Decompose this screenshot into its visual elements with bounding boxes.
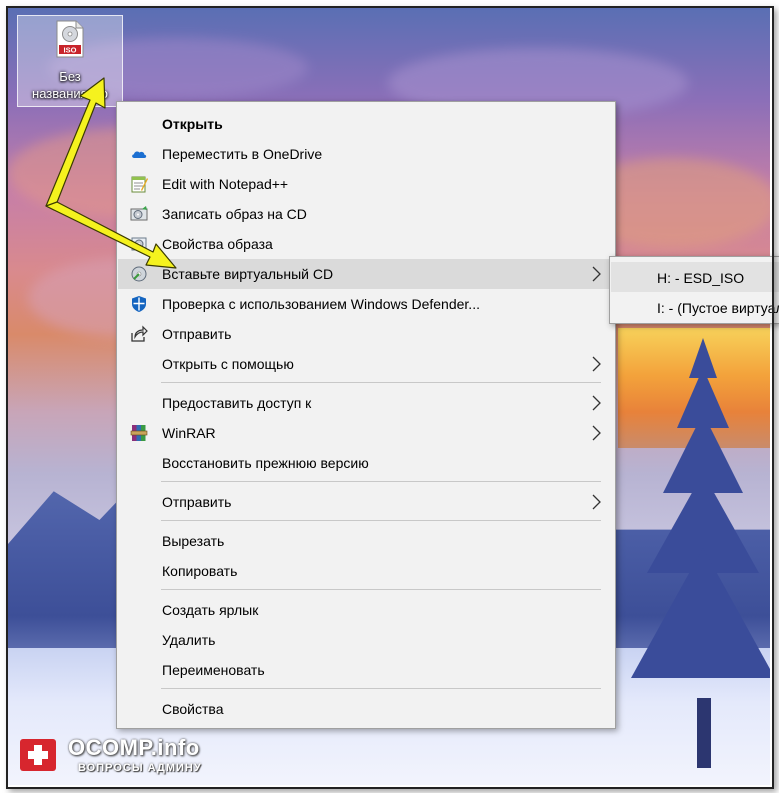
menu-item-edit-notepadpp[interactable]: Edit with Notepad++ <box>118 169 614 199</box>
menu-item-winrar[interactable]: WinRAR <box>118 418 614 448</box>
menu-item-create-shortcut[interactable]: Создать ярлык <box>118 595 614 625</box>
menu-item-properties[interactable]: Свойства <box>118 694 614 724</box>
menu-item-open-with[interactable]: Открыть с помощью <box>118 349 614 379</box>
chevron-right-icon <box>592 395 601 411</box>
menu-item-move-to-onedrive[interactable]: Переместить в OneDrive <box>118 139 614 169</box>
site-watermark: OCOMP.info ВОПРОСЫ АДМИНУ <box>18 733 248 781</box>
menu-item-open[interactable]: Открыть <box>118 109 614 139</box>
context-menu: Открыть Переместить в OneDrive Edit with… <box>116 101 616 729</box>
menu-separator <box>161 481 601 482</box>
menu-separator <box>161 382 601 383</box>
submenu-item-drive-i[interactable]: I: - (Пустое виртуальный CD) <box>611 292 779 322</box>
watermark-subtitle: ВОПРОСЫ АДМИНУ <box>78 762 202 774</box>
svg-text:ISO: ISO <box>64 46 77 55</box>
share-icon <box>131 325 148 342</box>
chevron-right-icon <box>592 425 601 441</box>
burn-disc-icon <box>130 206 148 221</box>
submenu-item-drive-h[interactable]: H: - ESD_ISO <box>611 262 779 292</box>
winrar-icon <box>130 425 148 441</box>
menu-separator <box>161 589 601 590</box>
menu-item-burn-image[interactable]: Записать образ на CD <box>118 199 614 229</box>
virtual-cd-icon <box>131 266 147 282</box>
menu-item-restore-previous-version[interactable]: Восстановить прежнюю версию <box>118 448 614 478</box>
menu-item-give-access[interactable]: Предоставить доступ к <box>118 388 614 418</box>
desktop-file-iso[interactable]: ISO Без названия.iso <box>17 15 123 107</box>
menu-item-copy[interactable]: Копировать <box>118 556 614 586</box>
watermark-title: OCOMP.info <box>68 735 200 760</box>
iso-file-icon: ISO <box>56 20 84 58</box>
virtual-cd-submenu: H: - ESD_ISO I: - (Пустое виртуальный CD… <box>609 256 779 324</box>
chevron-right-icon <box>592 356 601 372</box>
chevron-right-icon <box>592 494 601 510</box>
menu-item-insert-virtual-cd[interactable]: Вставьте виртуальный CD <box>118 259 614 289</box>
chevron-right-icon <box>592 266 601 282</box>
menu-item-defender-scan[interactable]: Проверка с использованием Windows Defend… <box>118 289 614 319</box>
windows-defender-icon <box>132 296 146 312</box>
notepad-plus-plus-icon <box>131 176 148 193</box>
image-properties-icon <box>131 237 147 251</box>
menu-item-share[interactable]: Отправить <box>118 319 614 349</box>
menu-item-delete[interactable]: Удалить <box>118 625 614 655</box>
onedrive-icon <box>132 151 147 158</box>
first-aid-cross-icon <box>20 739 56 771</box>
pine-tree <box>623 338 770 768</box>
desktop-file-label: Без названия.iso <box>32 69 108 101</box>
menu-item-cut[interactable]: Вырезать <box>118 526 614 556</box>
menu-separator <box>161 520 601 521</box>
menu-item-send-to[interactable]: Отправить <box>118 487 614 517</box>
menu-item-rename[interactable]: Переименовать <box>118 655 614 685</box>
menu-separator <box>161 688 601 689</box>
menu-item-image-properties[interactable]: Свойства образа <box>118 229 614 259</box>
